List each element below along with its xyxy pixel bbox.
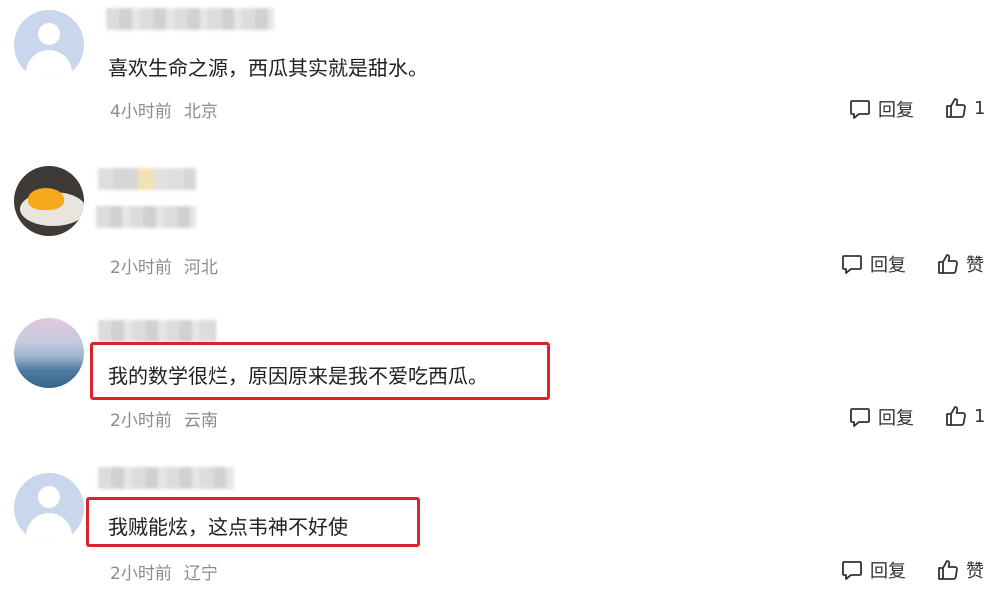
user-avatar[interactable] bbox=[14, 473, 84, 543]
blurred-username[interactable] bbox=[98, 320, 216, 342]
like-button[interactable]: 赞 bbox=[936, 251, 984, 277]
reply-label: 回复 bbox=[878, 408, 914, 429]
avatar-body-shape bbox=[26, 50, 72, 80]
blurred-comment-text bbox=[96, 206, 196, 228]
like-button[interactable]: 赞 bbox=[936, 557, 984, 583]
comment-bubble-icon bbox=[850, 408, 870, 427]
comment-time: 2小时前 bbox=[110, 411, 172, 431]
comment-bubble-icon bbox=[850, 100, 870, 119]
avatar-head-shape bbox=[38, 486, 60, 508]
comment-text: 我的数学很烂，原因原来是我不爱吃西瓜。 bbox=[108, 364, 488, 388]
reply-label: 回复 bbox=[878, 100, 914, 121]
comment-time: 2小时前 bbox=[110, 258, 172, 278]
comment-item: 喜欢生命之源，西瓜其实就是甜水。 4小时前 北京 回复 1 bbox=[0, 0, 1000, 140]
like-count: 1 bbox=[974, 97, 986, 119]
comment-time: 4小时前 bbox=[110, 102, 172, 122]
user-avatar[interactable] bbox=[14, 318, 84, 388]
thumbs-up-icon bbox=[946, 98, 966, 118]
comment-location: 北京 bbox=[183, 102, 218, 122]
comment-meta: 2小时前 云南 bbox=[110, 406, 218, 431]
comment-text: 我贼能炫，这点韦神不好使 bbox=[108, 515, 348, 539]
like-button[interactable]: 1 bbox=[944, 404, 985, 428]
comment-bubble-icon bbox=[842, 255, 862, 274]
comment-time: 2小时前 bbox=[110, 564, 172, 584]
reply-label: 回复 bbox=[870, 561, 906, 582]
comment-location: 云南 bbox=[183, 411, 218, 431]
blurred-username[interactable] bbox=[98, 168, 196, 190]
like-button[interactable]: 1 bbox=[944, 96, 985, 120]
avatar-fruit-shape bbox=[28, 188, 64, 210]
comment-meta: 2小时前 河北 bbox=[110, 253, 218, 278]
reply-button[interactable]: 回复 bbox=[840, 251, 906, 277]
like-label: 赞 bbox=[966, 255, 984, 276]
comment-location: 河北 bbox=[183, 258, 218, 278]
user-avatar[interactable] bbox=[14, 166, 84, 236]
avatar-head-shape bbox=[38, 23, 60, 45]
avatar-body-shape bbox=[26, 513, 72, 543]
reply-button[interactable]: 回复 bbox=[848, 96, 914, 122]
blurred-username[interactable] bbox=[106, 8, 274, 30]
comment-item: 我贼能炫，这点韦神不好使 2小时前 辽宁 回复 赞 bbox=[0, 455, 1000, 594]
reply-label: 回复 bbox=[870, 255, 906, 276]
thumbs-up-icon bbox=[938, 560, 958, 580]
like-count: 1 bbox=[974, 405, 986, 427]
blurred-username[interactable] bbox=[98, 467, 234, 489]
comment-item: 2小时前 河北 回复 赞 bbox=[0, 150, 1000, 290]
reply-button[interactable]: 回复 bbox=[840, 557, 906, 583]
reply-button[interactable]: 回复 bbox=[848, 404, 914, 430]
thumbs-up-icon bbox=[938, 254, 958, 274]
like-label: 赞 bbox=[966, 561, 984, 582]
comment-meta: 4小时前 北京 bbox=[110, 97, 218, 122]
comment-item: 我的数学很烂，原因原来是我不爱吃西瓜。 2小时前 云南 回复 1 bbox=[0, 300, 1000, 440]
comment-meta: 2小时前 辽宁 bbox=[110, 559, 218, 584]
comment-location: 辽宁 bbox=[183, 564, 218, 584]
thumbs-up-icon bbox=[946, 406, 966, 426]
comment-bubble-icon bbox=[842, 561, 862, 580]
comment-text: 喜欢生命之源，西瓜其实就是甜水。 bbox=[108, 56, 428, 80]
user-avatar[interactable] bbox=[14, 10, 84, 80]
